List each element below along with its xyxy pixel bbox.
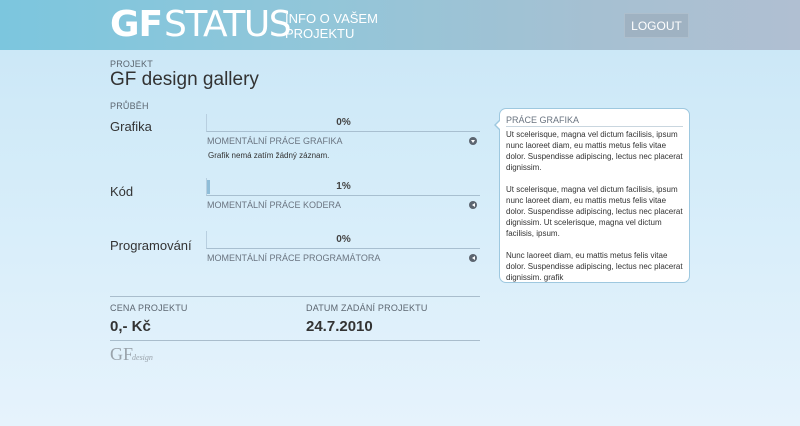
info-panel: PRÁCE GRAFIKA Ut scelerisque, magna vel … xyxy=(494,108,690,283)
date-value: 24.7.2010 xyxy=(306,318,373,335)
project-label: PROJEKT xyxy=(110,59,153,69)
progress-bar-grafika: 0% xyxy=(206,114,480,132)
logo-tagline: INFO O VAŠEM PROJEKTU xyxy=(285,11,378,41)
divider xyxy=(110,296,480,297)
task-name-grafika: Grafika xyxy=(110,119,152,134)
progress-percent: 0% xyxy=(336,234,351,245)
header-bar: GF STATUS INFO O VAŠEM PROJEKTU LOGOUT xyxy=(0,0,800,50)
chevron-left-icon[interactable] xyxy=(469,254,477,262)
chevron-left-icon[interactable] xyxy=(469,201,477,209)
chevron-down-icon[interactable] xyxy=(469,137,477,145)
page-title: GF design gallery xyxy=(110,69,259,90)
info-paragraph: Ut scelerisque, magna vel dictum facilis… xyxy=(506,130,683,172)
task-name-programovani: Programování xyxy=(110,238,192,253)
task-name-kod: Kód xyxy=(110,184,134,199)
info-paragraph: Ut scelerisque, magna vel dictum facilis… xyxy=(506,185,683,238)
footer-logo: GFdesign xyxy=(110,344,153,364)
date-label: DATUM ZADÁNÍ PROJEKTU xyxy=(306,303,428,313)
price-label: CENA PROJEKTU xyxy=(110,303,188,313)
progress-label: PRŮBĚH xyxy=(110,101,149,111)
task-sub-label: MOMENTÁLNÍ PRÁCE KODERA xyxy=(207,200,342,210)
info-paragraph: Nunc laoreet diam, eu mattis metus felis… xyxy=(506,251,683,282)
task-sub-label: MOMENTÁLNÍ PRÁCE GRAFIKA xyxy=(207,136,343,146)
task-sub-label: MOMENTÁLNÍ PRÁCE PROGRAMÁTORA xyxy=(207,253,381,263)
divider xyxy=(110,340,480,341)
info-title: PRÁCE GRAFIKA xyxy=(506,115,683,127)
logo-gf[interactable]: GF xyxy=(110,5,163,45)
progress-percent: 0% xyxy=(336,117,351,128)
price-value: 0,- Kč xyxy=(110,318,151,335)
progress-bar-programovani: 0% xyxy=(206,231,480,249)
progress-bar-kod: 1% xyxy=(206,178,480,196)
progress-percent: 1% xyxy=(336,181,351,192)
logo-status[interactable]: STATUS xyxy=(164,5,292,45)
task-note: Grafik nemá zatím žádný záznam. xyxy=(208,151,330,160)
logout-button[interactable]: LOGOUT xyxy=(624,13,689,38)
